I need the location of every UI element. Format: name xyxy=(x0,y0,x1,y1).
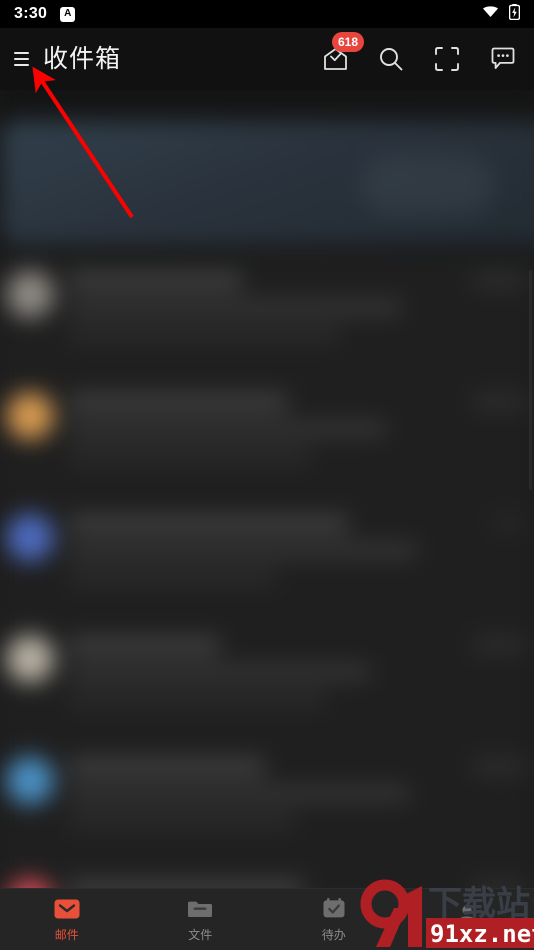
row-meta xyxy=(462,514,526,602)
status-bar-right xyxy=(482,3,521,25)
nav-label-todo: 待办 xyxy=(321,928,346,942)
app-bar-actions: 618 xyxy=(320,32,518,74)
table-row[interactable] xyxy=(0,740,534,862)
preview-line xyxy=(68,327,342,341)
bottom-navigation: 邮件 文件 待办 xyxy=(0,888,534,950)
avatar[interactable] xyxy=(6,513,54,562)
battery-charging-icon xyxy=(508,3,521,25)
nav-item-files[interactable]: 文件 xyxy=(134,899,268,941)
mail-list-container[interactable] xyxy=(0,90,534,950)
sender-line xyxy=(68,395,289,409)
avatar[interactable] xyxy=(6,635,54,683)
mail-list[interactable] xyxy=(0,254,534,950)
nav-item-todo[interactable]: 待办 xyxy=(267,898,401,941)
avatar[interactable] xyxy=(6,392,54,440)
timestamp xyxy=(471,639,526,651)
unread-badge: 618 xyxy=(332,32,365,52)
chat-icon[interactable] xyxy=(488,44,518,74)
row-body xyxy=(68,514,447,602)
app-bar: 收件箱 618 xyxy=(0,28,534,90)
timestamp xyxy=(490,517,526,529)
blurred-content xyxy=(0,90,534,950)
promo-banner-zone[interactable] xyxy=(0,90,534,255)
app-bar-left: 收件箱 xyxy=(14,44,122,73)
avatar[interactable] xyxy=(6,756,54,805)
subject-line xyxy=(68,786,410,801)
row-meta xyxy=(462,271,526,359)
sender-line xyxy=(68,516,349,531)
scan-icon[interactable] xyxy=(432,44,462,74)
row-meta xyxy=(462,392,526,480)
hamburger-menu-icon[interactable] xyxy=(14,49,34,69)
row-body xyxy=(68,635,447,723)
folder-icon xyxy=(187,899,213,924)
row-meta xyxy=(462,635,526,723)
status-time: 3:30 xyxy=(14,5,48,22)
preview-line xyxy=(68,448,311,463)
timestamp xyxy=(471,396,526,408)
preview-line xyxy=(68,692,326,706)
nav-item-mail[interactable]: 邮件 xyxy=(0,899,134,941)
nav-label-mail: 邮件 xyxy=(54,927,79,942)
row-meta xyxy=(462,757,526,845)
mail-icon xyxy=(54,899,80,924)
preview-line xyxy=(68,813,296,827)
timestamp xyxy=(471,761,526,773)
phone-screen: 3:30 A 收件箱 618 邮件 文件 待办 下载站 91xz.ne xyxy=(0,0,534,950)
row-body xyxy=(68,757,447,845)
timestamp xyxy=(471,274,526,287)
contacts-person-icon xyxy=(454,904,480,930)
avatar[interactable] xyxy=(6,270,54,319)
table-row[interactable] xyxy=(0,497,534,619)
table-row[interactable] xyxy=(0,619,534,741)
table-row[interactable] xyxy=(0,254,534,376)
subject-line xyxy=(68,422,387,436)
wifi-icon xyxy=(482,5,499,23)
sender-line xyxy=(68,759,266,774)
preview-line xyxy=(68,570,277,584)
nav-label-files: 文件 xyxy=(188,927,213,942)
status-bar-left: 3:30 A xyxy=(14,5,76,22)
row-body xyxy=(68,271,447,359)
promo-banner-card[interactable] xyxy=(2,120,532,247)
subject-line xyxy=(68,665,372,679)
scrollbar[interactable] xyxy=(529,270,532,490)
search-icon[interactable] xyxy=(376,44,406,74)
subject-line xyxy=(68,300,402,314)
nav-item-contacts[interactable] xyxy=(401,904,534,935)
banner-highlight xyxy=(360,155,495,216)
row-body xyxy=(68,392,447,480)
table-row[interactable] xyxy=(0,376,534,498)
sender-line xyxy=(68,638,220,652)
inbox-check-icon[interactable]: 618 xyxy=(320,32,365,74)
subject-line xyxy=(68,543,417,558)
todo-calendar-check-icon xyxy=(321,898,347,924)
status-bar: 3:30 A xyxy=(0,0,534,28)
page-title: 收件箱 xyxy=(43,44,122,73)
sender-line xyxy=(68,273,243,288)
notification-app-icon: A xyxy=(60,6,76,22)
